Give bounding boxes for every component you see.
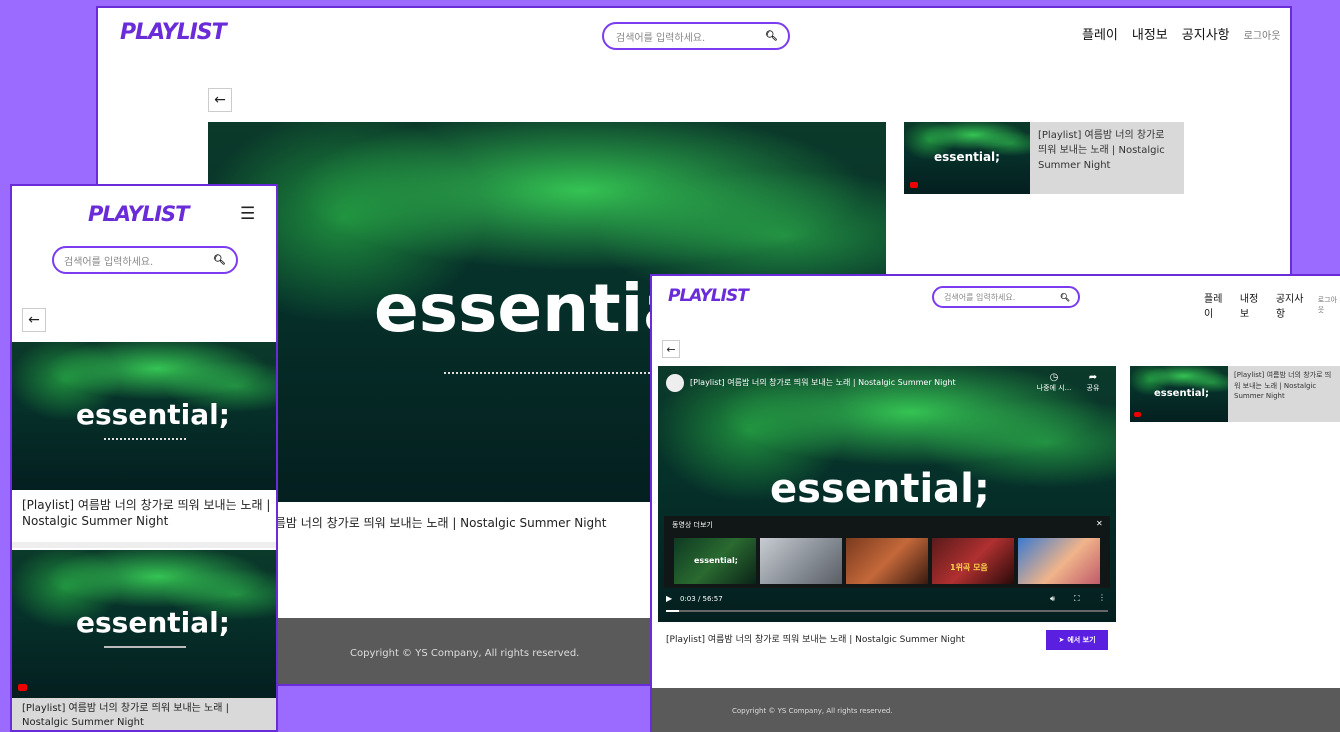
divider-line-mobile-2 xyxy=(104,646,186,648)
footer-tablet: Copyright © YS Company, All rights reser… xyxy=(652,688,1340,732)
nav-item-play-tablet[interactable]: 플레이 xyxy=(1204,290,1228,320)
time-display: 0:03 / 56:57 xyxy=(680,595,723,603)
search-input-tablet[interactable]: 검색어를 입력하세요. 🔍︎ xyxy=(932,286,1080,308)
share-label: 공유 xyxy=(1086,384,1100,392)
audio-waveform-mobile xyxy=(104,438,186,440)
top-nav: 플레이 내정보 공지사항 로그아웃 xyxy=(1082,24,1280,43)
video-thumbnail-mobile-1[interactable]: essential; xyxy=(12,342,276,490)
logo-tablet[interactable]: PLAYLIST xyxy=(668,286,749,306)
more-videos-label: 동영상 더보기 xyxy=(672,521,713,529)
search-icon-tablet[interactable]: 🔍︎ xyxy=(1060,293,1070,302)
watch-later-label: 나중에 시... xyxy=(1036,384,1072,392)
tablet-frame: PLAYLIST 검색어를 입력하세요. 🔍︎ 플레이 내정보 공지사항 로그아… xyxy=(650,274,1340,732)
video-title-mobile-1[interactable]: [Playlist] 여름밤 너의 창가로 띄워 보내는 노래 | Nostal… xyxy=(22,498,272,529)
share-icon: ➦ xyxy=(1088,372,1098,383)
back-button-mobile[interactable]: ← xyxy=(22,308,46,332)
search-input[interactable]: 검색어를 입력하세요. 🔍︎ xyxy=(602,22,790,50)
search-placeholder: 검색어를 입력하세요. xyxy=(616,32,706,44)
video-brand-text-mobile-2: essential; xyxy=(76,606,230,639)
related-video-title: [Playlist] 여름밤 너의 창가로 띄워 보내는 노래 | Nostal… xyxy=(1038,130,1165,171)
top-nav-tablet: 플레이 내정보 공지사항 로그아웃 xyxy=(1204,290,1340,320)
search-placeholder-mobile: 검색어를 입력하세요. xyxy=(64,256,154,268)
related-card-mobile[interactable]: [Playlist] 여름밤 너의 창가로 띄워 보내는 노래 | Nostal… xyxy=(12,698,276,730)
back-button[interactable]: ← xyxy=(208,88,232,112)
related-video-title-tablet: [Playlist] 여름밤 너의 창가로 띄워 보내는 노래 | Nostal… xyxy=(1234,371,1332,400)
search-input-mobile[interactable]: 검색어를 입력하세요. 🔍︎ xyxy=(52,246,238,274)
thumbnail-brand-text: essential; xyxy=(934,150,1000,164)
nav-item-profile[interactable]: 내정보 xyxy=(1132,24,1168,43)
close-icon[interactable]: ✕ xyxy=(1096,519,1103,528)
more-options-icon[interactable]: ⋮ xyxy=(1098,593,1106,602)
fullscreen-icon[interactable]: ⛶ xyxy=(1074,594,1080,604)
search-icon-mobile[interactable]: 🔍︎ xyxy=(213,255,226,266)
nav-item-notice[interactable]: 공지사항 xyxy=(1182,24,1230,43)
youtube-icon-tablet xyxy=(1134,412,1141,417)
logo-mobile[interactable]: PLAYLIST xyxy=(88,202,189,226)
video-thumbnail-mobile-2[interactable]: essential; xyxy=(12,550,276,698)
clock-icon: ◷ xyxy=(1049,372,1059,383)
hamburger-menu-icon[interactable]: ☰ xyxy=(240,204,255,224)
watch-on-youtube-label: 에서 보기 xyxy=(1067,636,1096,644)
send-icon: ➤ xyxy=(1058,636,1065,644)
logout-link[interactable]: 로그아웃 xyxy=(1244,27,1281,42)
suggested-thumb-5[interactable] xyxy=(1018,538,1100,584)
related-video-thumbnail-tablet[interactable]: essential; xyxy=(1130,366,1228,422)
youtube-icon-mobile xyxy=(18,684,27,691)
copyright-text: Copyright © YS Company, All rights reser… xyxy=(350,647,580,659)
video-title-tablet: [Playlist] 여름밤 너의 창가로 띄워 보내는 노래 | Nostal… xyxy=(666,635,965,645)
suggested-thumb-1[interactable]: essential; xyxy=(674,538,756,584)
related-video-thumbnail[interactable]: essential; xyxy=(904,122,1030,194)
suggested-thumb-4-label: 1위곡 모음 xyxy=(950,563,988,572)
share-button[interactable]: ➦ 공유 xyxy=(1082,372,1104,393)
search-placeholder-tablet: 검색어를 입력하세요. xyxy=(944,292,1016,302)
player-header-title[interactable]: [Playlist] 여름밤 너의 창가로 띄워 보내는 노래 | Nostal… xyxy=(690,377,956,388)
related-video-card-tablet[interactable]: essential; [Playlist] 여름밤 너의 창가로 띄워 보내는 … xyxy=(1130,366,1340,422)
logo[interactable]: PLAYLIST xyxy=(120,20,227,45)
logout-link-tablet[interactable]: 로그아웃 xyxy=(1318,295,1340,315)
related-video-card[interactable]: essential; [Playlist] 여름밤 너의 창가로 띄워 보내는 … xyxy=(904,122,1184,194)
progress-bar[interactable] xyxy=(666,610,1108,612)
search-icon[interactable]: 🔍︎ xyxy=(765,31,778,42)
volume-icon[interactable]: 🔊︎ xyxy=(1050,594,1055,604)
video-brand-text-mobile-1: essential; xyxy=(76,398,230,431)
video-title-mobile-2: [Playlist] 여름밤 너의 창가로 띄워 보내는 노래 | Nostal… xyxy=(22,703,229,728)
mobile-frame: PLAYLIST ☰ 검색어를 입력하세요. 🔍︎ ← essential; [… xyxy=(10,184,278,732)
nav-item-profile-tablet[interactable]: 내정보 xyxy=(1240,290,1264,320)
channel-avatar[interactable] xyxy=(666,374,684,392)
progress-bar-fill xyxy=(666,610,680,612)
divider xyxy=(12,542,276,548)
player-brand-text: essential; xyxy=(770,466,990,512)
nav-item-notice-tablet[interactable]: 공지사항 xyxy=(1276,290,1308,320)
suggested-thumb-1-label: essential; xyxy=(694,556,738,565)
suggested-thumb-3[interactable] xyxy=(846,538,928,584)
suggested-thumb-2[interactable] xyxy=(760,538,842,584)
youtube-icon xyxy=(910,182,918,188)
watch-on-youtube-button[interactable]: ➤ 에서 보기 xyxy=(1046,630,1108,650)
related-thumb-brand-text: essential; xyxy=(1154,388,1209,399)
more-videos-panel: 동영상 더보기 ✕ essential; 1위곡 모음 xyxy=(664,516,1110,588)
nav-item-play[interactable]: 플레이 xyxy=(1082,24,1118,43)
copyright-text-tablet: Copyright © YS Company, All rights reser… xyxy=(732,707,893,715)
watch-later-button[interactable]: ◷ 나중에 시... xyxy=(1034,372,1074,393)
back-button-tablet[interactable]: ← xyxy=(662,340,680,358)
suggested-thumb-4[interactable]: 1위곡 모음 xyxy=(932,538,1014,584)
embedded-youtube-player[interactable]: [Playlist] 여름밤 너의 창가로 띄워 보내는 노래 | Nostal… xyxy=(658,366,1116,622)
play-button[interactable]: ▶ xyxy=(666,594,672,603)
